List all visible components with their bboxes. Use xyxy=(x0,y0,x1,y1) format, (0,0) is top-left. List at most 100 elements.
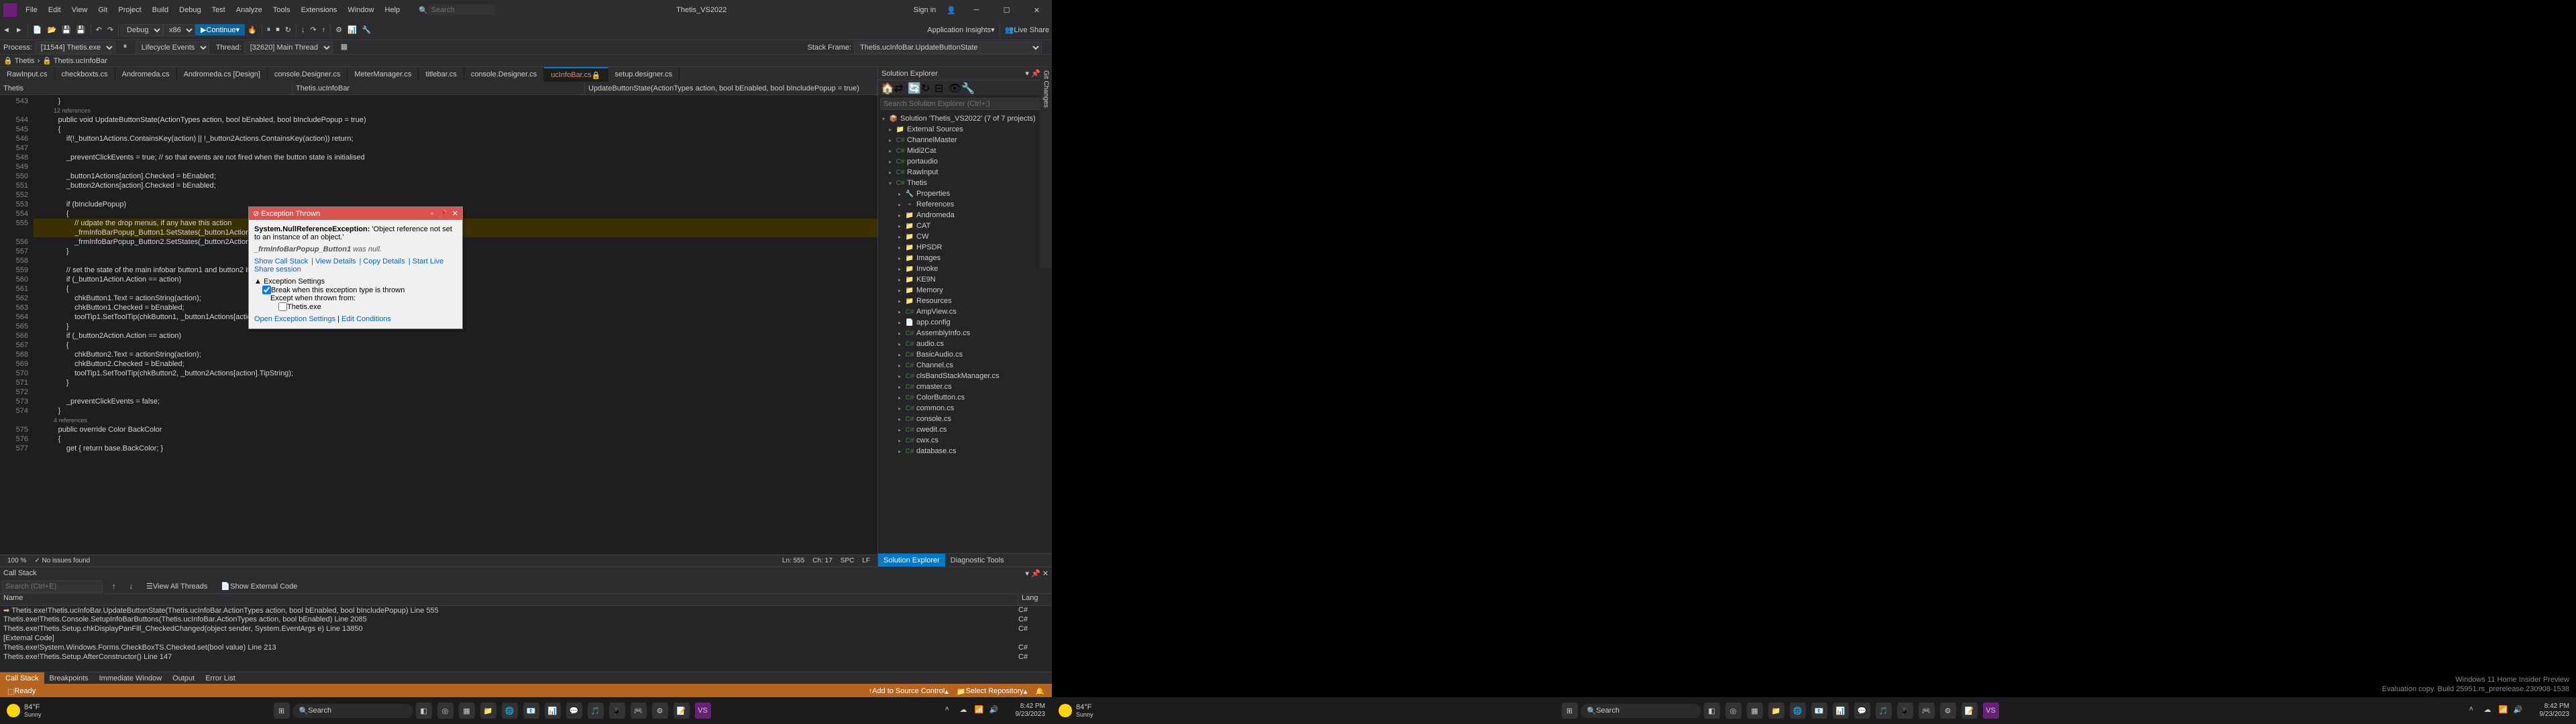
edge-icon[interactable]: 🌐 xyxy=(1790,703,1806,719)
se-tab-solution[interactable]: Solution Explorer xyxy=(878,554,945,566)
toolbar-icon[interactable]: 📊 xyxy=(345,23,360,38)
tree-node[interactable]: ▸C#console.cs xyxy=(879,414,1051,424)
explorer-icon[interactable]: 📁 xyxy=(1768,703,1784,719)
tray-volume-icon[interactable]: 🔊 xyxy=(989,705,1000,716)
restart-icon[interactable]: ↻ xyxy=(282,23,294,38)
vs-icon[interactable]: VS xyxy=(695,703,711,719)
tray-wifi-icon[interactable]: 📶 xyxy=(975,705,985,716)
thread-icon[interactable]: ▦ xyxy=(341,42,352,53)
menu-build[interactable]: Build xyxy=(147,6,174,14)
app-icon[interactable]: ⚙ xyxy=(1940,703,1956,719)
app-icon[interactable]: 🎮 xyxy=(1919,703,1935,719)
app-icon[interactable]: 💬 xyxy=(566,703,582,719)
nav-project[interactable]: Thetis xyxy=(0,82,292,95)
lifecycle-icon[interactable]: ⏸ xyxy=(123,42,134,53)
tab-ucinfobar[interactable]: ucInfoBar.cs 🔒 xyxy=(544,67,608,82)
select-repo-button[interactable]: 📁 Select Repository ▴ xyxy=(957,687,1027,696)
tree-node[interactable]: ▸📁CW xyxy=(879,231,1051,242)
menu-view[interactable]: View xyxy=(66,6,93,14)
tree-node[interactable]: ▸C#BasicAudio.cs xyxy=(879,349,1051,360)
app-icon[interactable]: ⚙ xyxy=(652,703,668,719)
cs-search-input[interactable] xyxy=(2,581,103,593)
nav-forward-icon[interactable]: ► xyxy=(13,23,25,38)
tree-node[interactable]: ▸🔧Properties xyxy=(879,188,1051,199)
tree-node[interactable]: ▸C#common.cs xyxy=(879,403,1051,414)
view-details-link[interactable]: View Details xyxy=(315,257,356,265)
tree-node[interactable]: ▸C#audio.cs xyxy=(879,339,1051,349)
taskbar-search[interactable]: 🔍 Search xyxy=(292,704,413,718)
issues-indicator[interactable]: ✓ No issues found xyxy=(34,557,90,564)
callstack-row[interactable]: Thetis.exe!Thetis.Console.SetupInfoBarBu… xyxy=(0,615,1052,625)
weather-widget[interactable]: 84°FSunny xyxy=(1052,703,1100,718)
maximize-button[interactable]: ☐ xyxy=(991,0,1022,20)
taskbar-clock[interactable]: 8:42 PM 9/23/2023 xyxy=(1009,703,1053,719)
app-icon[interactable]: 📊 xyxy=(545,703,561,719)
tree-node[interactable]: ▸C#cmaster.cs xyxy=(879,381,1051,392)
callstack-row[interactable]: Thetis.exe!System.Windows.Forms.CheckBox… xyxy=(0,644,1052,653)
break-exception-checkbox[interactable] xyxy=(262,286,271,294)
tree-node[interactable]: ▸📁KE9N xyxy=(879,274,1051,285)
cs-tab-output[interactable]: Output xyxy=(167,672,200,684)
nav-class[interactable]: Thetis.ucInfoBar xyxy=(292,82,585,95)
save-icon[interactable]: 💾 xyxy=(59,23,74,38)
breadcrumb-item[interactable]: 🔒 Thetis.ucInfoBar xyxy=(42,56,107,65)
app-icon[interactable]: 📱 xyxy=(1897,703,1913,719)
menu-edit[interactable]: Edit xyxy=(43,6,66,14)
tree-node[interactable]: ▸📁Invoke xyxy=(879,263,1051,274)
step-over-icon[interactable]: ↷ xyxy=(308,23,319,38)
stackframe-dropdown[interactable]: Thetis.ucInfoBar.UpdateButtonState xyxy=(854,42,1042,54)
copilot-icon[interactable]: ◎ xyxy=(437,703,453,719)
cs-tab-immediate[interactable]: Immediate Window xyxy=(94,672,168,684)
tray-wifi-icon[interactable]: 📶 xyxy=(2499,705,2510,716)
nav-method[interactable]: UpdateButtonState(ActionTypes action, bo… xyxy=(585,82,877,95)
add-source-control-button[interactable]: ↑ Add to Source Control ▴ xyxy=(869,687,949,696)
cs-nav-up-icon[interactable]: ↑ xyxy=(108,583,120,591)
hot-reload-icon[interactable]: 🔥 xyxy=(245,23,260,38)
cs-tab-callstack[interactable]: Call Stack xyxy=(0,672,44,684)
cs-tab-errorlist[interactable]: Error List xyxy=(200,672,241,684)
tree-node[interactable]: ▸📁Memory xyxy=(879,285,1051,296)
menu-analyze[interactable]: Analyze xyxy=(231,6,268,14)
spaces-indicator[interactable]: SPC xyxy=(841,557,855,564)
process-dropdown[interactable]: [11544] Thetis.exe xyxy=(35,42,115,54)
tree-node[interactable]: ▸C#RawInput xyxy=(879,167,1051,178)
pause-icon[interactable]: ⏸ xyxy=(264,23,274,38)
copilot-icon[interactable]: ◎ xyxy=(1725,703,1741,719)
continue-button[interactable]: ▶ Continue ▾ xyxy=(195,24,245,36)
config-dropdown[interactable]: Debug xyxy=(121,24,163,36)
tree-node[interactable]: ▾C#Thetis xyxy=(879,178,1051,188)
se-home-icon[interactable]: 🏠 xyxy=(881,82,893,94)
taskview-icon[interactable]: ◧ xyxy=(1704,703,1720,719)
open-file-icon[interactable]: 📂 xyxy=(44,23,59,38)
tree-node[interactable]: ▸📁Andromeda xyxy=(879,210,1051,221)
close-button[interactable]: ✕ xyxy=(1022,0,1052,20)
menu-window[interactable]: Window xyxy=(342,6,379,14)
tree-node[interactable]: ▸C#cwx.cs xyxy=(879,435,1051,446)
menu-help[interactable]: Help xyxy=(380,6,406,14)
app-icon[interactable]: 💬 xyxy=(1854,703,1870,719)
code-editor[interactable]: 5435445455465475485495505515525535545555… xyxy=(0,95,877,554)
app-icon[interactable]: 📊 xyxy=(1833,703,1849,719)
tree-node[interactable]: ▸📁HPSDR xyxy=(879,242,1051,253)
solution-root-node[interactable]: ▾📦Solution 'Thetis_VS2022' (7 of 7 proje… xyxy=(879,113,1051,124)
se-switch-icon[interactable]: ⇄ xyxy=(894,82,906,94)
tab-rawinput[interactable]: RawInput.cs xyxy=(0,67,55,82)
lifecycle-dropdown[interactable]: Lifecycle Events xyxy=(136,42,209,54)
toolbar-icon[interactable]: ⚙ xyxy=(333,23,345,38)
tab-console-designer2[interactable]: console.Designer.cs xyxy=(464,67,544,82)
exception-pin-icon[interactable]: 📌 xyxy=(438,210,447,218)
tree-node[interactable]: ▸C#Midi2Cat xyxy=(879,145,1051,156)
app-icon[interactable]: 📧 xyxy=(1811,703,1827,719)
live-share-button[interactable]: 👥 Live Share xyxy=(1002,23,1052,38)
tree-node[interactable]: ▸C#clsBandStackManager.cs xyxy=(879,371,1051,381)
app-icon[interactable]: 🎵 xyxy=(588,703,604,719)
thetis-exe-checkbox[interactable] xyxy=(278,302,287,311)
save-all-icon[interactable]: 💾 xyxy=(74,23,89,38)
se-properties-icon[interactable]: 🔧 xyxy=(961,82,973,94)
callstack-rows[interactable]: ➡Thetis.exe!Thetis.ucInfoBar.UpdateButto… xyxy=(0,606,1052,672)
tree-node[interactable]: ▸📁External Sources xyxy=(879,124,1051,135)
platform-dropdown[interactable]: x86 xyxy=(163,24,195,36)
cs-dropdown-icon[interactable]: ▾ xyxy=(1025,570,1029,578)
thread-dropdown[interactable]: [32620] Main Thread xyxy=(244,42,333,54)
se-tab-diagnostic[interactable]: Diagnostic Tools xyxy=(945,554,1010,566)
